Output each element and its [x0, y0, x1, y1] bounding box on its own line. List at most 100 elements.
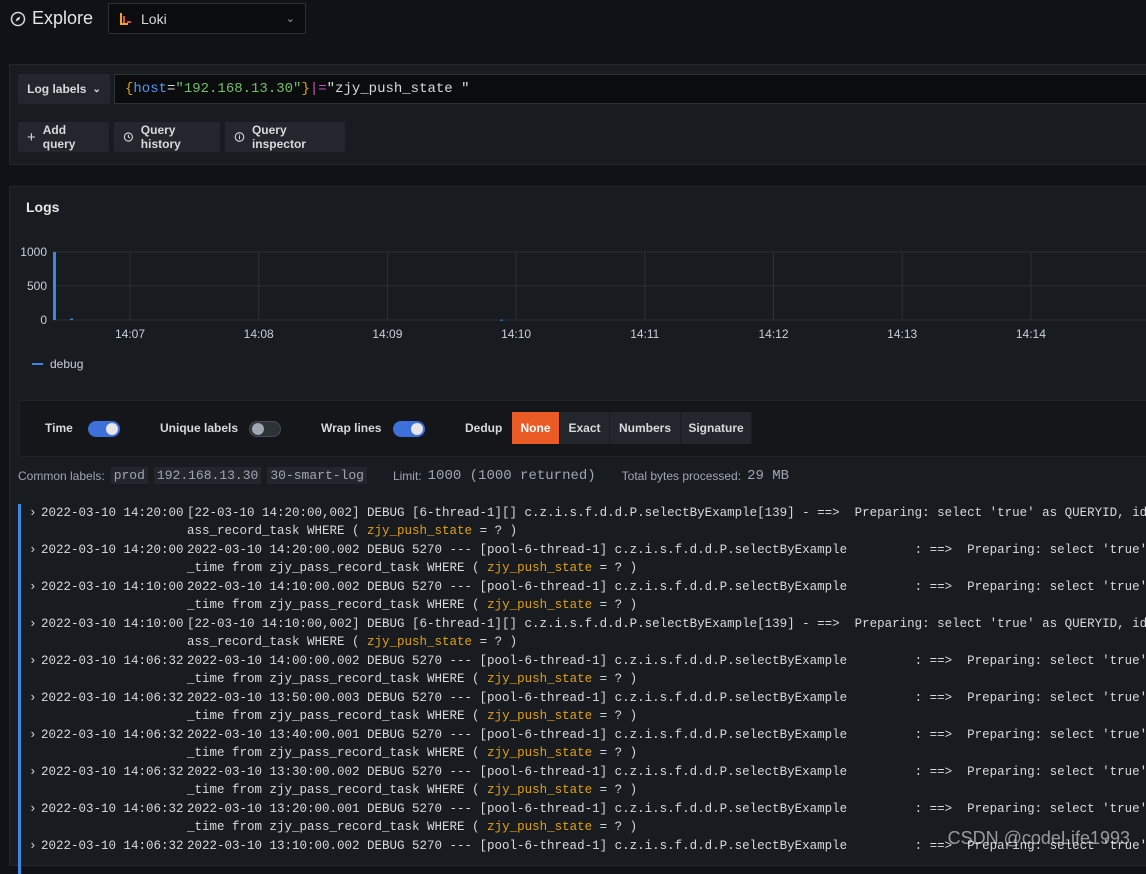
log-row[interactable]: › 2022-03-10 14:06:32 2022-03-10 13:50:00.…	[18, 689, 1146, 726]
legend-series-label[interactable]: debug	[50, 357, 83, 371]
dedup-signature-button[interactable]: Signature	[681, 412, 752, 444]
query-label-key: host	[133, 81, 168, 97]
log-labels-button[interactable]: Log labels ⌄	[18, 74, 110, 104]
expand-chevron-icon[interactable]: ›	[29, 726, 37, 744]
dedup-exact-button[interactable]: Exact	[560, 412, 610, 444]
y-tick-label: 0	[40, 313, 47, 327]
log-line-text: = ? )	[592, 672, 638, 686]
expand-chevron-icon[interactable]: ›	[29, 689, 37, 707]
log-line-text: = ? )	[472, 635, 518, 649]
log-line-continuation: _time from zjy_pass_record_task WHERE ( …	[187, 670, 637, 688]
chevron-down-icon: ⌄	[285, 13, 295, 25]
common-label-chip: 192.168.13.30	[153, 467, 262, 484]
log-timestamp: 2022-03-10 14:06:32	[41, 839, 184, 853]
log-row[interactable]: › 2022-03-10 14:06:32 2022-03-10 14:00:00.…	[18, 652, 1146, 689]
info-circle-icon	[234, 132, 245, 142]
log-row[interactable]: › 2022-03-10 14:10:00 2022-03-10 14:10:00.…	[18, 578, 1146, 615]
y-tick-label: 1000	[20, 245, 47, 259]
dedup-numbers-button[interactable]: Numbers	[610, 412, 681, 444]
graph-legend: debug	[32, 357, 83, 371]
log-line: 2022-03-10 14:00:00.002 DEBUG 5270 --- […	[187, 654, 1146, 668]
expand-chevron-icon[interactable]: ›	[29, 541, 37, 559]
time-toggle[interactable]	[88, 421, 120, 437]
log-line-text: = ? )	[472, 524, 518, 538]
unique-labels-toggle-label: Unique labels	[160, 421, 239, 435]
volume-bar	[70, 318, 73, 320]
log-highlight: zjy_push_state	[487, 561, 593, 575]
page-title: Explore	[10, 8, 93, 29]
log-line-text: _time from zjy_pass_record_task WHERE (	[187, 746, 488, 760]
history-icon	[123, 132, 133, 142]
log-line: 2022-03-10 13:30:00.002 DEBUG 5270 --- […	[187, 765, 1146, 779]
log-highlight: zjy_push_state	[487, 672, 593, 686]
add-query-button[interactable]: + Add query	[18, 122, 109, 152]
unique-labels-toggle[interactable]	[249, 421, 281, 437]
volume-bar	[500, 319, 503, 321]
limit-value: 1000 (1000 returned)	[427, 467, 596, 484]
log-timestamp: 2022-03-10 14:06:32	[41, 654, 184, 668]
log-line-text: = ? )	[592, 783, 638, 797]
logs-volume-graph: 1000 500 0 14:07 14:08 14:09 14:10 14:11 14:12 14…	[20, 245, 1146, 341]
log-line-text: = ? )	[592, 709, 638, 723]
query-inspector-button[interactable]: Query inspector	[225, 122, 345, 152]
datasource-picker[interactable]: Loki ⌄	[108, 3, 306, 34]
wrap-lines-toggle-label: Wrap lines	[321, 421, 382, 435]
query-label-value: "192.168.13.30"	[175, 81, 302, 97]
log-row[interactable]: › 2022-03-10 14:20:00 2022-03-10 14:20:00.…	[18, 541, 1146, 578]
common-labels-label: Common labels:	[18, 468, 105, 483]
query-inspector-label: Query inspector	[251, 123, 306, 151]
log-highlight: zjy_push_state	[487, 820, 593, 834]
expand-chevron-icon[interactable]: ›	[29, 615, 37, 633]
time-toggle-label: Time	[45, 421, 73, 435]
dedup-none-button[interactable]: None	[512, 412, 560, 444]
log-line-continuation: _time from zjy_pass_record_task WHERE ( …	[187, 559, 637, 577]
log-line-continuation: ass_record_task WHERE ( zjy_push_state =…	[187, 633, 517, 651]
log-line-continuation: _time from zjy_pass_record_task WHERE ( …	[187, 707, 637, 725]
wrap-lines-toggle[interactable]	[393, 421, 425, 437]
log-highlight: zjy_push_state	[487, 598, 593, 612]
log-highlight: zjy_push_state	[367, 524, 473, 538]
expand-chevron-icon[interactable]: ›	[29, 578, 37, 596]
loki-logo-icon	[120, 12, 131, 25]
log-row[interactable]: › 2022-03-10 14:06:32 2022-03-10 13:30:00.…	[18, 763, 1146, 800]
log-row[interactable]: › 2022-03-10 14:10:00 [22-03-10 14:10:00,0…	[18, 615, 1146, 652]
log-line: 2022-03-10 14:20:00.002 DEBUG 5270 --- […	[187, 543, 1146, 557]
expand-chevron-icon[interactable]: ›	[29, 837, 37, 855]
log-line: 2022-03-10 13:20:00.001 DEBUG 5270 --- […	[187, 802, 1146, 816]
dedup-label: Dedup	[465, 421, 503, 435]
limit-label: Limit:	[392, 468, 422, 483]
logs-meta: Common labels: prod 192.168.13.30 30-sma…	[18, 467, 789, 484]
query-history-button[interactable]: Query history	[114, 122, 220, 152]
log-timestamp: 2022-03-10 14:10:00	[41, 617, 184, 631]
query-input[interactable]: {host="192.168.13.30"}|="zjy_push_state …	[114, 74, 1146, 104]
log-line-continuation: _time from zjy_pass_record_task WHERE ( …	[187, 596, 637, 614]
expand-chevron-icon[interactable]: ›	[29, 652, 37, 670]
log-line-text: = ? )	[592, 820, 638, 834]
compass-icon	[10, 11, 26, 26]
x-tick-label: 14:09	[372, 327, 402, 341]
log-line-continuation: _time from zjy_pass_record_task WHERE ( …	[187, 818, 637, 836]
bytes-processed-label: Total bytes processed:	[621, 468, 742, 483]
explore-title-text: Explore	[32, 8, 94, 28]
log-line-text: = ? )	[592, 561, 638, 575]
log-row[interactable]: › 2022-03-10 14:20:00 [22-03-10 14:20:00,0…	[18, 504, 1146, 541]
log-line: [22-03-10 14:20:00,002] DEBUG [6-thread-…	[187, 506, 1146, 520]
x-tick-label: 14:13	[887, 327, 917, 341]
expand-chevron-icon[interactable]: ›	[29, 504, 37, 522]
log-highlight: zjy_push_state	[487, 709, 593, 723]
log-line-text: ass_record_task WHERE (	[187, 524, 368, 538]
log-line-text: = ? )	[592, 598, 638, 612]
log-highlight: zjy_push_state	[487, 746, 593, 760]
log-row[interactable]: › 2022-03-10 14:06:32 2022-03-10 13:40:00.…	[18, 726, 1146, 763]
watermark: CSDN @codeLife1993	[947, 828, 1130, 848]
log-timestamp: 2022-03-10 14:20:00	[41, 543, 184, 557]
log-timestamp: 2022-03-10 14:10:00	[41, 580, 184, 594]
expand-chevron-icon[interactable]: ›	[29, 763, 37, 781]
expand-chevron-icon[interactable]: ›	[29, 800, 37, 818]
x-tick-label: 14:07	[115, 327, 145, 341]
log-line: 2022-03-10 13:50:00.003 DEBUG 5270 --- […	[187, 691, 1146, 705]
x-tick-label: 14:12	[758, 327, 788, 341]
log-line-text: _time from zjy_pass_record_task WHERE (	[187, 598, 488, 612]
legend-swatch	[32, 363, 43, 365]
add-query-label: Add query	[42, 123, 76, 151]
